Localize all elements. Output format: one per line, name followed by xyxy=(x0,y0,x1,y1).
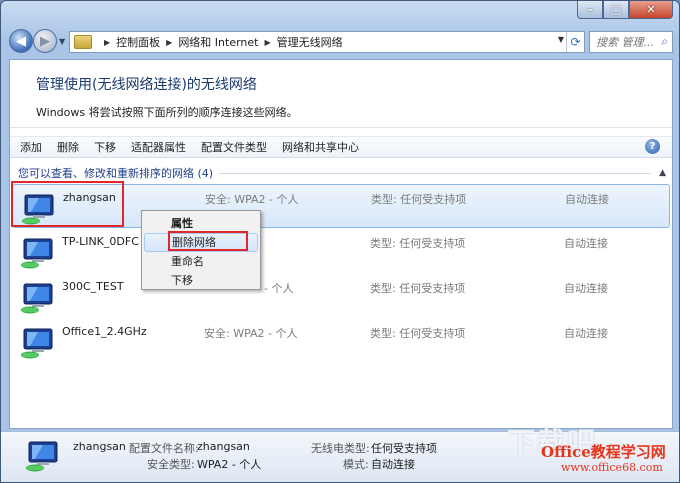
main-content: 管理使用(无线网络连接)的无线网络 Windows 将尝试按照下面所列的顺序连接… xyxy=(9,59,673,429)
group-label: 您可以查看、修改和重新排序的网络 (4) xyxy=(18,167,214,180)
network-name: TP-LINK_0DFC xyxy=(62,235,139,248)
detail-network-name: zhangsan xyxy=(73,440,126,453)
help-icon[interactable]: ? xyxy=(645,139,660,154)
mode-value: 自动连接 xyxy=(371,458,415,471)
wireless-network-icon xyxy=(21,283,53,314)
network-sharing-center-button[interactable]: 网络和共享中心 xyxy=(282,139,359,155)
radio-type-value: 任何受支持项 xyxy=(371,442,437,455)
profile-name-label: 配置文件名称: xyxy=(129,442,199,455)
maximize-button[interactable]: □ xyxy=(603,1,629,19)
search-input[interactable] xyxy=(596,35,656,49)
network-mode: 自动连接 xyxy=(564,282,608,295)
network-security: - 个人 xyxy=(264,282,294,295)
page-header: 管理使用(无线网络连接)的无线网络 Windows 将尝试按照下面所列的顺序连接… xyxy=(10,60,672,128)
refresh-icon: ⟳ xyxy=(570,35,581,49)
back-button[interactable]: ◀ xyxy=(9,29,33,53)
watermark-url: www.office68.com xyxy=(561,461,663,474)
minimize-button[interactable]: – xyxy=(577,1,603,19)
navigation-bar: ◀ ▶ ▼ ▶ 控制面板 ▶ 网络和 Internet ▶ 管理无线网络 ▼ ⟳… xyxy=(1,23,679,57)
recent-pages-chevron-icon[interactable]: ▼ xyxy=(59,37,65,46)
add-button[interactable]: 添加 xyxy=(20,139,42,155)
forward-button[interactable]: ▶ xyxy=(33,29,57,53)
address-bar[interactable]: ▶ 控制面板 ▶ 网络和 Internet ▶ 管理无线网络 ▼ ⟳ xyxy=(69,31,585,53)
security-type-label: 安全类型: xyxy=(147,458,195,471)
wireless-network-icon xyxy=(26,441,58,472)
network-mode: 自动连接 xyxy=(564,237,608,250)
network-type: 类型: 任何受支持项 xyxy=(370,282,466,295)
network-name: Office1_2.4GHz xyxy=(62,325,147,338)
search-box[interactable]: ⌕ xyxy=(589,31,673,53)
chevron-right-icon[interactable]: ▶ xyxy=(104,38,110,47)
refresh-button[interactable]: ⟳ xyxy=(566,32,584,52)
network-security: 安全: WPA2 - 个人 xyxy=(204,327,298,340)
selected-network-highlight xyxy=(11,181,124,227)
context-menu: 属性 删除网络 重命名 下移 xyxy=(141,210,261,290)
network-type: 类型: 任何受支持项 xyxy=(370,237,466,250)
network-type: 类型: 任何受支持项 xyxy=(371,193,467,206)
divider xyxy=(219,172,652,174)
list-item[interactable]: Office1_2.4GHz 安全: WPA2 - 个人 类型: 任何受支持项 … xyxy=(12,319,670,363)
caption-buttons: – □ ✕ xyxy=(577,1,673,21)
watermark-brand: Office教程学习网 xyxy=(541,443,666,461)
page-description: Windows 将尝试按照下面所列的顺序连接这些网络。 xyxy=(36,106,298,119)
profile-name-value: zhangsan xyxy=(197,440,250,453)
breadcrumb-network-internet[interactable]: 网络和 Internet xyxy=(178,34,258,50)
control-panel-icon xyxy=(74,35,92,49)
breadcrumb-control-panel[interactable]: 控制面板 xyxy=(116,34,160,50)
profile-type-button[interactable]: 配置文件类型 xyxy=(201,139,267,155)
network-mode: 自动连接 xyxy=(564,327,608,340)
address-dropdown-icon[interactable]: ▼ xyxy=(558,35,564,44)
delete-button[interactable]: 删除 xyxy=(57,139,79,155)
window: – □ ✕ ◀ ▶ ▼ ▶ 控制面板 ▶ 网络和 Internet ▶ 管理无线… xyxy=(0,0,680,483)
chevron-right-icon[interactable]: ▶ xyxy=(265,38,271,47)
search-icon[interactable]: ⌕ xyxy=(661,34,668,49)
list-item[interactable]: 300C_TEST - 个人 类型: 任何受支持项 自动连接 xyxy=(12,274,670,318)
menu-item-rename[interactable]: 重命名 xyxy=(142,252,260,271)
move-down-button[interactable]: 下移 xyxy=(94,139,116,155)
security-type-value: WPA2 - 个人 xyxy=(197,458,262,471)
list-item[interactable]: TP-LINK_0DFC 类型: 任何受支持项 自动连接 xyxy=(12,229,670,273)
back-arrow-icon: ◀ xyxy=(16,33,26,49)
network-group-header[interactable]: 您可以查看、修改和重新排序的网络 (4) ▲ xyxy=(10,164,672,182)
radio-type-label: 无线电类型: xyxy=(311,442,370,455)
chevron-right-icon[interactable]: ▶ xyxy=(166,38,172,47)
network-type: 类型: 任何受支持项 xyxy=(370,327,466,340)
collapse-icon[interactable]: ▲ xyxy=(659,168,666,178)
wireless-network-icon xyxy=(21,238,53,269)
close-button[interactable]: ✕ xyxy=(629,1,673,19)
mode-label: 模式: xyxy=(343,458,369,471)
adapter-properties-button[interactable]: 适配器属性 xyxy=(131,139,186,155)
menu-item-move-down[interactable]: 下移 xyxy=(142,271,260,290)
network-security: 安全: WPA2 - 个人 xyxy=(205,193,299,206)
delete-highlight-box xyxy=(168,231,248,251)
network-mode: 自动连接 xyxy=(565,193,609,206)
forward-arrow-icon: ▶ xyxy=(40,33,50,49)
breadcrumb: ▶ 控制面板 ▶ 网络和 Internet ▶ 管理无线网络 xyxy=(98,34,343,50)
wireless-network-icon xyxy=(21,328,53,359)
network-name: 300C_TEST xyxy=(62,280,124,293)
page-title: 管理使用(无线网络连接)的无线网络 xyxy=(36,77,257,93)
command-bar: 添加 删除 下移 适配器属性 配置文件类型 网络和共享中心 ? xyxy=(10,136,672,158)
breadcrumb-manage-wireless[interactable]: 管理无线网络 xyxy=(277,34,343,50)
